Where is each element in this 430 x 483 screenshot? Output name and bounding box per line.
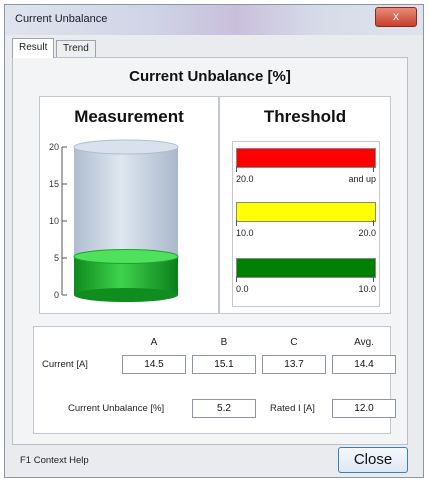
current-b-field: 15.1 bbox=[192, 355, 256, 374]
gauge-level-top bbox=[73, 249, 179, 265]
tab-trend[interactable]: Trend bbox=[56, 40, 96, 57]
gauge-level-bottom bbox=[74, 288, 178, 302]
unbalance-field: 5.2 bbox=[192, 399, 256, 418]
title-bar[interactable]: Current Unbalance x bbox=[5, 5, 423, 35]
threshold-red-high: and up bbox=[348, 174, 376, 184]
current-c-field: 13.7 bbox=[262, 355, 326, 374]
tab-result[interactable]: Result bbox=[12, 38, 55, 58]
threshold-band-yellow bbox=[236, 202, 376, 222]
threshold-box: Threshold 20.0 and up 10.0 20.0 0.0 10.0 bbox=[219, 96, 391, 314]
column-header-b: B bbox=[220, 337, 228, 348]
gauge-glass-top bbox=[73, 139, 179, 155]
window-close-icon[interactable]: x bbox=[375, 7, 417, 27]
window-title: Current Unbalance bbox=[15, 13, 108, 25]
gauge-tick-label: 5 bbox=[54, 253, 59, 263]
threshold-band-red bbox=[236, 148, 376, 168]
current-avg-field: 14.4 bbox=[332, 355, 396, 374]
gauge-tick-label: 15 bbox=[49, 179, 59, 189]
gauge-tick-label: 0 bbox=[54, 290, 59, 300]
rated-current-field: 12.0 bbox=[332, 399, 396, 418]
readings-box: A B C Avg. Current [A] 14.5 15.1 13.7 14… bbox=[33, 326, 396, 434]
column-header-a: A bbox=[150, 337, 158, 348]
rated-current-label: Rated I [A] bbox=[270, 403, 315, 414]
column-header-avg: Avg. bbox=[354, 337, 374, 348]
threshold-green-low: 0.0 bbox=[236, 284, 249, 294]
current-a-field: 14.5 bbox=[122, 355, 186, 374]
measurement-box: Measurement 20 15 10 5 0 bbox=[39, 96, 219, 314]
context-help-text: F1 Context Help bbox=[20, 455, 89, 466]
current-label: Current [A] bbox=[42, 359, 88, 370]
threshold-green-high: 10.0 bbox=[358, 284, 376, 294]
threshold-red-low: 20.0 bbox=[236, 174, 254, 184]
gauge-tick-label: 20 bbox=[49, 142, 59, 152]
panel-title: Current Unbalance [%] bbox=[129, 68, 291, 85]
threshold-heading: Threshold bbox=[263, 107, 347, 126]
cylinder-gauge: 20 15 10 5 0 bbox=[49, 139, 179, 302]
result-panel: Current Unbalance [%] Measurement 20 15 10… bbox=[12, 57, 408, 445]
close-button[interactable]: Close bbox=[338, 447, 408, 473]
gauge-tick-label: 10 bbox=[49, 216, 59, 226]
threshold-band-green bbox=[236, 258, 376, 278]
threshold-yellow-high: 20.0 bbox=[358, 228, 376, 238]
column-header-c: C bbox=[290, 337, 298, 348]
unbalance-label: Current Unbalance [%] bbox=[68, 403, 165, 414]
threshold-yellow-low: 10.0 bbox=[236, 228, 254, 238]
threshold-bands: 20.0 and up 10.0 20.0 0.0 10.0 bbox=[232, 141, 380, 307]
